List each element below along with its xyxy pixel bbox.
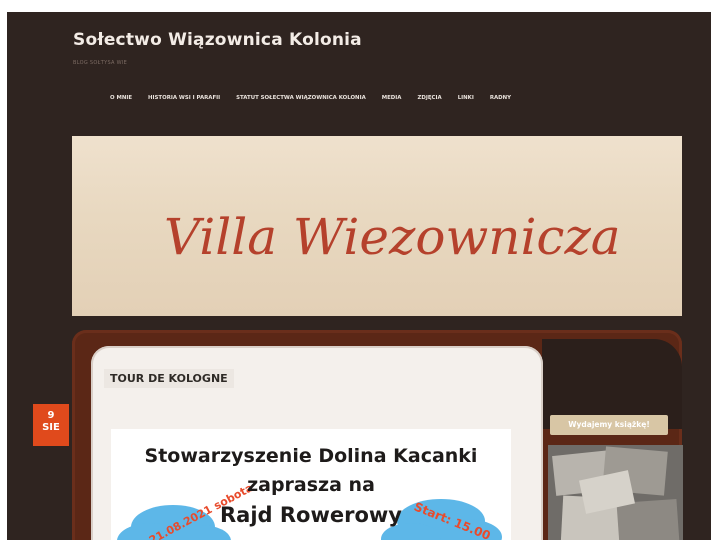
banner-script-text: Villa Wiezownicza <box>164 208 621 266</box>
post-date-badge: 9 SIE <box>33 404 69 446</box>
nav-item-o-mnie[interactable]: O MNIE <box>110 95 132 101</box>
site-description: BLOG SOŁTYSA WIE <box>73 60 128 66</box>
poster-line-3: Rajd Rowerowy <box>220 503 402 527</box>
post-title[interactable]: TOUR DE KOLOGNE <box>104 369 234 388</box>
main-nav: O MNIE HISTORIA WSI I PARAFII STATUT SOŁ… <box>110 95 527 101</box>
poster-line-2: zaprasza na <box>247 474 375 496</box>
page: Sołectwo Wiązownica Kolonia BLOG SOŁTYSA… <box>7 12 711 540</box>
sidebar-book-photo[interactable] <box>548 445 683 540</box>
post-poster-image[interactable]: 21.08.2021 sobota Start: 15.00 Stowarzys… <box>111 429 511 540</box>
photo-collage <box>548 445 683 540</box>
nav-item-statut[interactable]: STATUT SOŁECTWA WIĄZOWNICA KOLONIA <box>236 95 366 101</box>
site-title[interactable]: Sołectwo Wiązownica Kolonia <box>73 30 362 50</box>
nav-item-linki[interactable]: LINKI <box>458 95 474 101</box>
nav-item-zdjecia[interactable]: ZDJĘCIA <box>417 95 441 101</box>
nav-item-historia[interactable]: HISTORIA WSI I PARAFII <box>148 95 220 101</box>
date-month: SIE <box>42 422 60 433</box>
date-day: 9 <box>47 410 55 421</box>
header-banner: Villa Wiezownicza <box>72 136 682 316</box>
banner-art: Villa Wiezownicza <box>164 208 621 266</box>
nav-item-radny[interactable]: RADNY <box>490 95 511 101</box>
poster-line-1: Stowarzyszenie Dolina Kacanki <box>144 445 478 467</box>
nav-item-media[interactable]: MEDIA <box>382 95 402 101</box>
sidebar-widget-title[interactable]: Wydajemy książkę! <box>550 415 668 435</box>
